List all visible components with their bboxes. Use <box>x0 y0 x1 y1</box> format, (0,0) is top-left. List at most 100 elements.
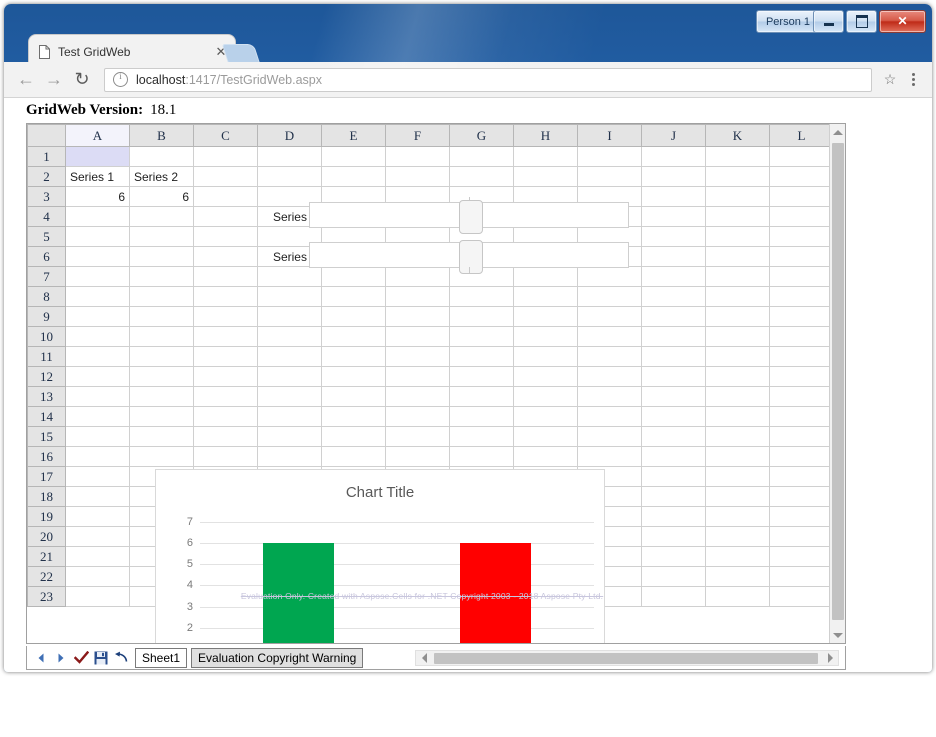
grid-cell-l15[interactable] <box>769 426 834 447</box>
grid-cell-a4[interactable] <box>65 206 130 227</box>
grid-cell-i9[interactable] <box>577 306 642 327</box>
grid-cell-j14[interactable] <box>641 406 706 427</box>
grid-cell-c13[interactable] <box>193 386 258 407</box>
grid-cell-j9[interactable] <box>641 306 706 327</box>
grid-cell-i11[interactable] <box>577 346 642 367</box>
grid-cell-h10[interactable] <box>513 326 578 347</box>
grid-cell-j8[interactable] <box>641 286 706 307</box>
grid-cell-k20[interactable] <box>705 526 770 547</box>
grid-cell-b7[interactable] <box>129 266 194 287</box>
grid-cell-a17[interactable] <box>65 466 130 487</box>
grid-cell-j22[interactable] <box>641 566 706 587</box>
grid-cell-k13[interactable] <box>705 386 770 407</box>
grid-cell-i16[interactable] <box>577 446 642 467</box>
grid-cell-f15[interactable] <box>385 426 450 447</box>
series-2-slider-thumb[interactable] <box>459 240 483 274</box>
grid-row-header-8[interactable]: 8 <box>27 286 66 307</box>
back-icon[interactable]: ← <box>12 66 40 94</box>
grid-cell-h2[interactable] <box>513 166 578 187</box>
grid-cell-j10[interactable] <box>641 326 706 347</box>
grid-row-header-17[interactable]: 17 <box>27 466 66 487</box>
grid-row-header-16[interactable]: 16 <box>27 446 66 467</box>
grid-cell-h8[interactable] <box>513 286 578 307</box>
grid-cell-l18[interactable] <box>769 486 834 507</box>
grid-cell-l8[interactable] <box>769 286 834 307</box>
grid-cell-j16[interactable] <box>641 446 706 467</box>
grid-cell-c2[interactable] <box>193 166 258 187</box>
grid-cell-k5[interactable] <box>705 226 770 247</box>
grid-horizontal-scrollbar[interactable] <box>415 649 839 666</box>
grid-cell-j19[interactable] <box>641 506 706 527</box>
grid-cell-j23[interactable] <box>641 586 706 607</box>
grid-cell-f10[interactable] <box>385 326 450 347</box>
grid-row-header-14[interactable]: 14 <box>27 406 66 427</box>
grid-cell-a2[interactable]: Series 1 <box>65 166 130 187</box>
grid-cell-a6[interactable] <box>65 246 130 267</box>
grid-column-header-i[interactable]: I <box>577 124 642 147</box>
grid-cell-i1[interactable] <box>577 146 642 167</box>
grid-cell-k6[interactable] <box>705 246 770 267</box>
grid-column-header-g[interactable]: G <box>449 124 514 147</box>
grid-row-header-11[interactable]: 11 <box>27 346 66 367</box>
grid-cell-b14[interactable] <box>129 406 194 427</box>
undo-icon[interactable] <box>111 648 131 668</box>
grid-cell-a13[interactable] <box>65 386 130 407</box>
grid-cell-e7[interactable] <box>321 266 386 287</box>
grid-cell-l19[interactable] <box>769 506 834 527</box>
grid-cell-b8[interactable] <box>129 286 194 307</box>
grid-cell-e2[interactable] <box>321 166 386 187</box>
grid-cell-a1[interactable] <box>65 146 130 167</box>
grid-cell-g16[interactable] <box>449 446 514 467</box>
grid-cell-k15[interactable] <box>705 426 770 447</box>
grid-row-header-12[interactable]: 12 <box>27 366 66 387</box>
horizontal-scroll-thumb[interactable] <box>434 652 818 664</box>
next-sheet-icon[interactable] <box>51 648 71 668</box>
grid-cell-a5[interactable] <box>65 226 130 247</box>
grid-cell-j21[interactable] <box>641 546 706 567</box>
grid-row-header-22[interactable]: 22 <box>27 566 66 587</box>
grid-cell-k9[interactable] <box>705 306 770 327</box>
grid-cell-i7[interactable] <box>577 266 642 287</box>
grid-cell-k8[interactable] <box>705 286 770 307</box>
grid-cell-l16[interactable] <box>769 446 834 467</box>
grid-cell-h9[interactable] <box>513 306 578 327</box>
grid-cell-c12[interactable] <box>193 366 258 387</box>
grid-row-header-7[interactable]: 7 <box>27 266 66 287</box>
grid-row-header-2[interactable]: 2 <box>27 166 66 187</box>
grid-cell-h15[interactable] <box>513 426 578 447</box>
grid-cell-b12[interactable] <box>129 366 194 387</box>
grid-cell-f16[interactable] <box>385 446 450 467</box>
grid-cell-c9[interactable] <box>193 306 258 327</box>
grid-cell-e1[interactable] <box>321 146 386 167</box>
series-1-slider-thumb[interactable] <box>459 200 483 234</box>
grid-cell-d10[interactable] <box>257 326 322 347</box>
grid-cell-h16[interactable] <box>513 446 578 467</box>
grid-cell-l7[interactable] <box>769 266 834 287</box>
grid-cell-k3[interactable] <box>705 186 770 207</box>
grid-cell-f8[interactable] <box>385 286 450 307</box>
grid-cell-d12[interactable] <box>257 366 322 387</box>
grid-cell-i13[interactable] <box>577 386 642 407</box>
grid-cell-k23[interactable] <box>705 586 770 607</box>
series-1-slider[interactable] <box>309 197 629 234</box>
grid-cell-a21[interactable] <box>65 546 130 567</box>
grid-cell-b2[interactable]: Series 2 <box>129 166 194 187</box>
grid-cell-h14[interactable] <box>513 406 578 427</box>
grid-row-header-5[interactable]: 5 <box>27 226 66 247</box>
grid-cell-i15[interactable] <box>577 426 642 447</box>
grid-cell-k19[interactable] <box>705 506 770 527</box>
grid-cell-a9[interactable] <box>65 306 130 327</box>
grid-cell-d15[interactable] <box>257 426 322 447</box>
grid-cell-g1[interactable] <box>449 146 514 167</box>
grid-cell-k7[interactable] <box>705 266 770 287</box>
grid-cell-a22[interactable] <box>65 566 130 587</box>
grid-cell-k16[interactable] <box>705 446 770 467</box>
grid-cell-l4[interactable] <box>769 206 834 227</box>
spreadsheet-grid[interactable]: ABCDEFGHIJKL 1 2 Series 1 Series 2 3 6 6 4 Serie… <box>26 123 846 644</box>
grid-cell-c6[interactable] <box>193 246 258 267</box>
address-bar[interactable]: localhost:1417/TestGridWeb.aspx <box>104 67 872 92</box>
grid-cell-c11[interactable] <box>193 346 258 367</box>
submit-check-icon[interactable] <box>71 648 91 668</box>
grid-cell-f9[interactable] <box>385 306 450 327</box>
grid-cell-h12[interactable] <box>513 366 578 387</box>
